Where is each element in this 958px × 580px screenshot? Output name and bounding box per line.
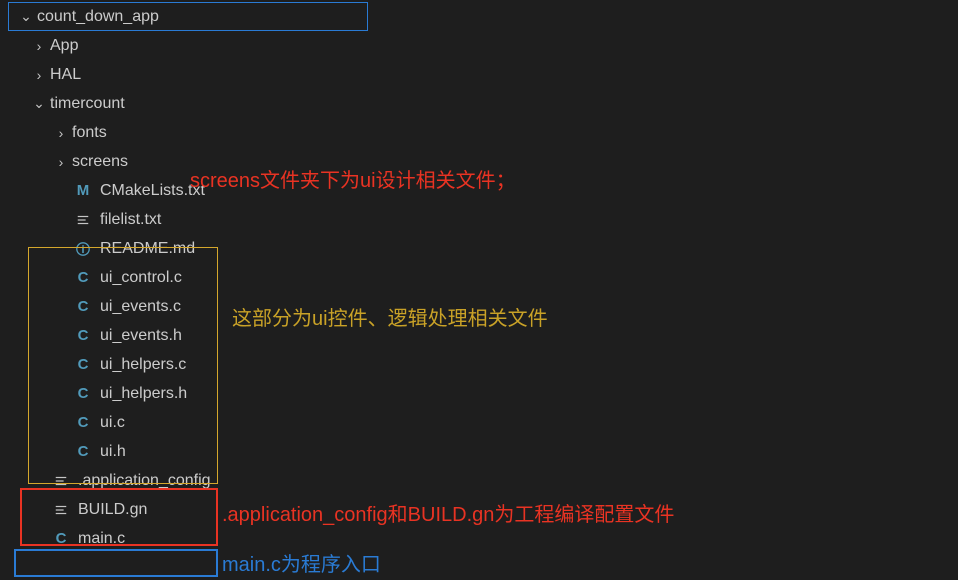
tree-file[interactable]: Cui_helpers.c [0,350,958,379]
tree-item-label: ui_control.c [100,269,182,287]
tree-file[interactable]: README.md [0,234,958,263]
annotation-ui-controls: 这部分为ui控件、逻辑处理相关文件 [232,302,548,331]
file-tree: ⌄ count_down_app ›App›HAL⌄timercount›fon… [0,0,958,553]
tree-file[interactable]: Cui_control.c [0,263,958,292]
text-file-icon [72,213,94,227]
c-file-icon: C [50,530,72,547]
text-file-icon [50,503,72,517]
chevron-right-icon: › [52,125,70,141]
tree-file[interactable]: filelist.txt [0,205,958,234]
tree-folder[interactable]: ›fonts [0,118,958,147]
c-file-icon: C [72,298,94,315]
cmake-file-icon: M [72,182,94,199]
tree-file[interactable]: Cui.h [0,437,958,466]
tree-file[interactable]: Cmain.c [0,524,958,553]
tree-file[interactable]: Cui_helpers.h [0,379,958,408]
tree-file[interactable]: Cui.c [0,408,958,437]
c-file-icon: C [72,269,94,286]
annotation-config: .application_config和BUILD.gn为工程编译配置文件 [222,498,674,527]
tree-item-label: ui.h [100,443,126,461]
tree-item-label: ui.c [100,414,125,432]
info-icon [72,241,94,257]
chevron-right-icon: › [30,38,48,54]
text-file-icon [50,474,72,488]
tree-file[interactable]: .application_config [0,466,958,495]
annotation-screens: screens文件夹下为ui设计相关文件； [190,164,516,193]
tree-item-label: BUILD.gn [78,501,147,519]
tree-item-label: fonts [72,124,107,142]
c-file-icon: C [72,414,94,431]
tree-folder[interactable]: ›App [0,31,958,60]
tree-folder[interactable]: ⌄timercount [0,89,958,118]
tree-item-label: screens [72,153,128,171]
c-file-icon: C [72,327,94,344]
tree-item-label: README.md [100,240,195,258]
tree-item-label: HAL [50,66,81,84]
tree-item-label: ui_events.h [100,327,182,345]
c-file-icon: C [72,443,94,460]
tree-item-label: main.c [78,530,125,548]
c-file-icon: C [72,356,94,373]
tree-item-label: count_down_app [37,8,159,26]
tree-item-label: filelist.txt [100,211,161,229]
tree-folder[interactable]: ›HAL [0,60,958,89]
c-file-icon: C [72,385,94,402]
chevron-down-icon: ⌄ [30,95,48,112]
tree-item-label: .application_config [78,472,211,490]
tree-item-label: ui_helpers.h [100,385,187,403]
chevron-down-icon: ⌄ [17,8,35,25]
tree-folder-root[interactable]: ⌄ count_down_app [8,2,368,31]
tree-item-label: timercount [50,95,125,113]
highlight-box-main [14,549,218,577]
annotation-main: main.c为程序入口 [222,548,381,577]
tree-item-label: App [50,37,78,55]
tree-item-label: ui_helpers.c [100,356,186,374]
chevron-right-icon: › [52,154,70,170]
tree-item-label: ui_events.c [100,298,181,316]
chevron-right-icon: › [30,67,48,83]
